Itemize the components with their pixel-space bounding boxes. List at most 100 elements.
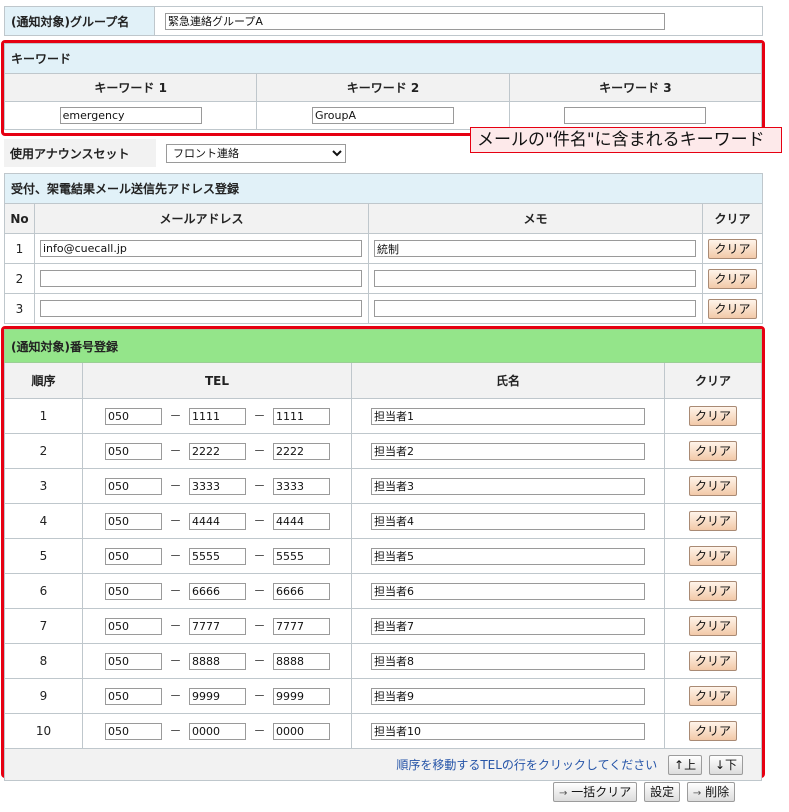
contact-name-input[interactable] [371,722,645,740]
contact-name-input[interactable] [371,617,645,635]
tel-part-3-input[interactable] [273,548,330,565]
contact-name-input[interactable] [371,407,645,425]
number-clear-button[interactable]: クリア [688,581,737,601]
order-header: 順序 [4,362,83,399]
tel-part-3-input[interactable] [273,478,330,495]
number-row[interactable]: 8 － － クリア [4,643,762,679]
announce-set-select[interactable]: フロント連絡 [166,143,346,163]
number-clear-button[interactable]: クリア [688,476,737,496]
tel-part-1-input[interactable] [105,723,162,740]
move-up-button[interactable]: ↑上 [668,754,703,775]
tel-part-3-input[interactable] [273,618,330,635]
tel-part-2-input[interactable] [189,408,246,425]
group-name-input[interactable] [165,12,665,30]
tel-part-1-input[interactable] [105,513,162,530]
number-row[interactable]: 1 － － クリア [4,398,762,434]
mail-memo-input[interactable] [374,240,696,257]
tel-part-1-input[interactable] [105,408,162,425]
keyword-1-header: キーワード 1 [3,73,258,102]
number-row[interactable]: 2 － － クリア [4,433,762,469]
tel-separator: － [253,549,266,563]
tel-part-3-input[interactable] [273,513,330,530]
tel-part-2-input[interactable] [189,653,246,670]
number-row[interactable]: 7 － － クリア [4,608,762,644]
move-down-button[interactable]: ↓下 [708,754,743,775]
mail-memo-input[interactable] [374,270,696,287]
tel-separator: － [169,549,182,563]
tel-part-1-input[interactable] [105,548,162,565]
number-clear-button[interactable]: クリア [688,511,737,531]
action-bar: → 一括クリア 設定 → 削除 [550,782,765,806]
mail-address-input[interactable] [40,240,362,257]
tel-part-2-input[interactable] [189,688,246,705]
delete-button[interactable]: → 削除 [686,782,736,802]
tel-part-2-input[interactable] [189,548,246,565]
tel-separator: － [253,514,266,528]
tel-part-1-input[interactable] [105,478,162,495]
mail-address-input[interactable] [40,300,362,317]
number-row[interactable]: 6 － － クリア [4,573,762,609]
tel-part-1-input[interactable] [105,653,162,670]
mail-row: 3 クリア [4,293,763,324]
tel-part-2-input[interactable] [189,478,246,495]
number-row[interactable]: 9 － － クリア [4,678,762,714]
contact-name-input[interactable] [371,512,645,530]
tel-part-2-input[interactable] [189,443,246,460]
tel-separator: － [169,584,182,598]
contact-name-input[interactable] [371,687,645,705]
number-section-title: (通知対象)番号登録 [4,329,762,363]
keyword-section: キーワード キーワード 1 キーワード 2 キーワード 3 [1,40,765,136]
tel-part-2-input[interactable] [189,513,246,530]
mail-clear-button[interactable]: クリア [708,298,757,319]
mail-row-no: 3 [4,293,35,324]
tel-part-3-input[interactable] [273,723,330,740]
arrow-right-icon: → [692,788,702,799]
name-header: 氏名 [351,362,665,399]
save-button[interactable]: 設定 [644,782,681,802]
contact-name-input[interactable] [371,652,645,670]
tel-part-1-input[interactable] [105,583,162,600]
tel-part-1-input[interactable] [105,443,162,460]
contact-name-input[interactable] [371,582,645,600]
mail-clear-button[interactable]: クリア [708,238,757,259]
keyword-3-input[interactable] [564,107,707,124]
number-clear-button[interactable]: クリア [688,686,737,706]
mail-no-header: No [4,203,35,234]
contact-name-input[interactable] [371,442,645,460]
mail-address-header: メールアドレス [34,203,369,234]
contact-name-input[interactable] [371,547,645,565]
number-row[interactable]: 10 － － クリア [4,713,762,749]
mail-address-input[interactable] [40,270,362,287]
tel-part-3-input[interactable] [273,653,330,670]
mail-section-title: 受付、架電結果メール送信先アドレス登録 [4,173,763,204]
number-clear-button[interactable]: クリア [688,651,737,671]
tel-part-3-input[interactable] [273,688,330,705]
tel-separator: － [169,479,182,493]
tel-part-3-input[interactable] [273,408,330,425]
mail-clear-button[interactable]: クリア [708,268,757,289]
number-row[interactable]: 3 － － クリア [4,468,762,504]
keyword-1-input[interactable] [59,107,202,124]
number-clear-button[interactable]: クリア [688,546,737,566]
mail-memo-input[interactable] [374,300,696,317]
tel-part-1-input[interactable] [105,618,162,635]
tel-part-2-input[interactable] [189,723,246,740]
tel-part-3-input[interactable] [273,443,330,460]
number-row[interactable]: 5 － － クリア [4,538,762,574]
tel-part-3-input[interactable] [273,583,330,600]
announce-set-row: 使用アナウンスセット フロント連絡 [4,139,466,167]
tel-part-2-input[interactable] [189,583,246,600]
number-row[interactable]: 4 － － クリア [4,503,762,539]
keyword-2-input[interactable] [311,107,454,124]
bulk-clear-button[interactable]: → 一括クリア [553,782,638,802]
number-clear-button[interactable]: クリア [688,721,737,741]
tel-part-1-input[interactable] [105,688,162,705]
number-clear-button[interactable]: クリア [688,441,737,461]
mail-row-no: 2 [4,263,35,294]
number-clear-button[interactable]: クリア [688,406,737,426]
tel-part-2-input[interactable] [189,618,246,635]
contact-name-input[interactable] [371,477,645,495]
tel-separator: － [253,409,266,423]
number-clear-header: クリア [664,362,762,399]
number-clear-button[interactable]: クリア [688,616,737,636]
